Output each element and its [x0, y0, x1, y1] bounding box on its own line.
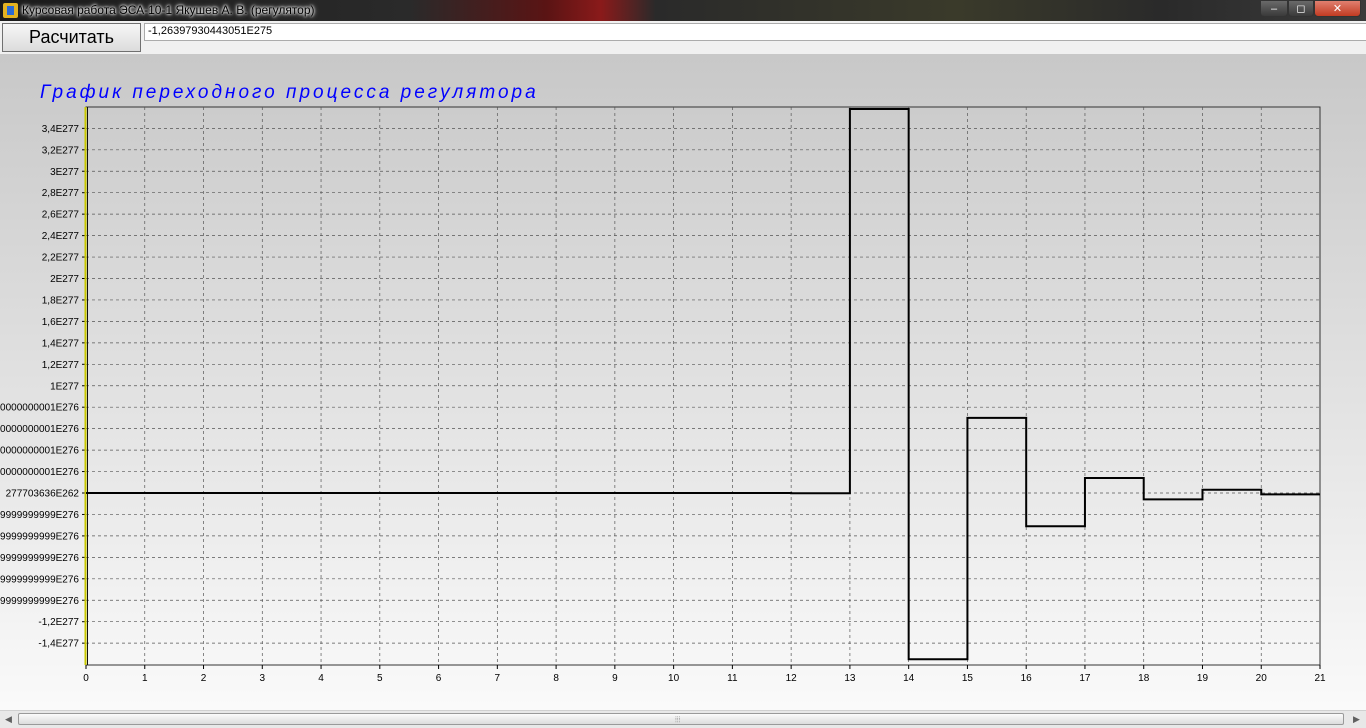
x-tick-label: 3	[260, 673, 266, 684]
x-tick-label: 10	[668, 673, 680, 684]
y-tick-label: 9999999999E276	[0, 596, 79, 607]
chart-title: График переходного процесса регулятора	[40, 82, 539, 103]
grip-icon: ⦙⦙⦙	[675, 715, 681, 724]
x-tick-label: 21	[1314, 673, 1326, 684]
x-tick-label: 1	[142, 673, 148, 684]
scroll-right-icon[interactable]: ▶	[1348, 711, 1365, 728]
x-tick-label: 7	[495, 673, 501, 684]
x-tick-label: 20	[1256, 673, 1268, 684]
y-tick-label: 2,6E277	[42, 210, 80, 221]
y-tick-label: 3,2E277	[42, 145, 80, 156]
scroll-left-icon[interactable]: ◀	[0, 711, 17, 728]
y-tick-label: 0000000001E276	[0, 446, 79, 457]
horizontal-scrollbar[interactable]: ◀ ⦙⦙⦙ ▶	[0, 710, 1366, 728]
x-tick-label: 5	[377, 673, 383, 684]
y-tick-label: 1,6E277	[42, 317, 80, 328]
y-tick-label: 1,2E277	[42, 360, 80, 371]
close-button[interactable]: ✕	[1314, 0, 1361, 17]
x-tick-label: 4	[318, 673, 324, 684]
y-tick-label: 9999999999E276	[0, 531, 79, 542]
y-tick-label: 3,4E277	[42, 124, 80, 135]
scroll-thumb[interactable]: ⦙⦙⦙	[18, 713, 1344, 725]
transient-chart: 0 1 2 3 4 5 6 7 8 9 10 11 12 13 14 15 16 17 18 19 20 213,4E27…	[0, 82, 1326, 684]
y-tick-label: 1,8E277	[42, 295, 80, 306]
y-tick-label: 2E277	[50, 274, 79, 285]
y-tick-label: 2,4E277	[42, 231, 80, 242]
plot-frame	[85, 106, 1321, 666]
y-tick-label: 3E277	[50, 167, 79, 178]
x-tick-label: 18	[1138, 673, 1150, 684]
x-tick-label: 9	[612, 673, 618, 684]
y-tick-label: 0000000001E276	[0, 467, 79, 478]
x-tick-label: 11	[727, 673, 738, 684]
maximize-button[interactable]: ◻	[1288, 0, 1314, 17]
x-tick-label: 15	[962, 673, 974, 684]
chart-area: 0 1 2 3 4 5 6 7 8 9 10 11 12 13 14 15 16 17 18 19 20 21 3,4E27…	[0, 54, 1366, 710]
title-bar: Курсовая работа ЭСА-10-1 Якушев А. В. (р…	[0, 0, 1366, 21]
window-title: Курсовая работа ЭСА-10-1 Якушев А. В. (р…	[22, 3, 315, 17]
x-tick-label: 8	[553, 673, 559, 684]
y-tick-label: 9999999999E276	[0, 553, 79, 564]
y-tick-label: 2,2E277	[42, 253, 80, 264]
x-tick-label: 13	[844, 673, 856, 684]
y-tick-label: -1,2E277	[38, 617, 79, 628]
y-tick-label: 0000000001E276	[0, 424, 79, 435]
y-tick-label: 1,4E277	[42, 338, 80, 349]
app-icon[interactable]	[3, 3, 18, 18]
series-line	[86, 108, 1320, 661]
x-tick-label: 0	[83, 673, 89, 684]
x-tick-label: 19	[1197, 673, 1209, 684]
x-tick-label: 6	[436, 673, 442, 684]
minimize-button[interactable]: ‒	[1260, 0, 1288, 17]
calculate-button[interactable]: Расчитать	[2, 23, 141, 52]
y-tick-label: 9999999999E276	[0, 510, 79, 521]
y-tick-label: 277703636E262	[6, 489, 80, 500]
y-tick-label: 1E277	[50, 381, 79, 392]
y-tick-label: 9999999999E276	[0, 574, 79, 585]
x-tick-label: 16	[1021, 673, 1033, 684]
x-tick-label: 14	[903, 673, 915, 684]
x-tick-label: 12	[786, 673, 798, 684]
x-tick-label: 2	[201, 673, 207, 684]
y-tick-label: 0000000001E276	[0, 403, 79, 414]
y-tick-label: 2,8E277	[42, 188, 80, 199]
y-tick-label: -1,4E277	[38, 639, 79, 650]
x-tick-label: 17	[1079, 673, 1091, 684]
result-field[interactable]: -1,26397930443051E275	[144, 23, 1366, 41]
